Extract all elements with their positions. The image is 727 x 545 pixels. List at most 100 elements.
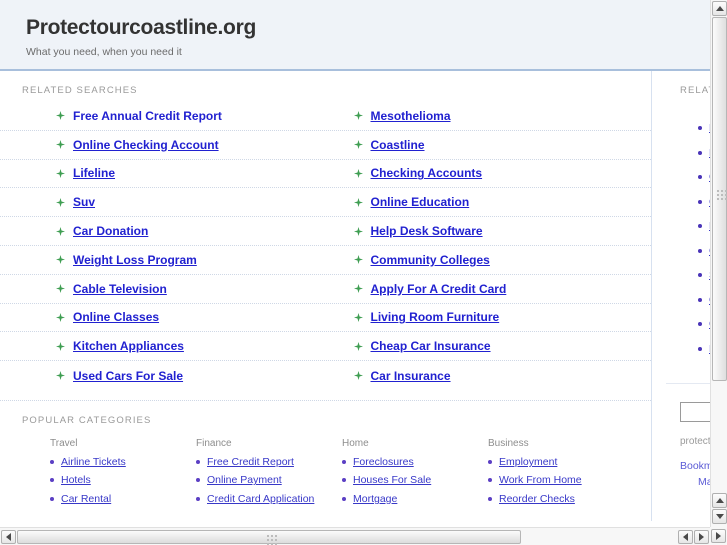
related-search-cell-left: Suv — [0, 195, 326, 209]
related-search-cell-left: Online Classes — [0, 310, 326, 324]
scroll-down-button[interactable] — [712, 509, 727, 524]
popular-category-link[interactable]: Credit Card Application — [207, 493, 314, 505]
dot-bullet-icon — [698, 175, 702, 180]
dot-bullet-icon — [698, 150, 702, 155]
dot-bullet-icon — [698, 322, 702, 327]
dot-bullet-icon — [698, 199, 702, 204]
arrow-bullet-icon — [56, 226, 65, 236]
related-search-link[interactable]: Apply For A Credit Card — [371, 282, 507, 296]
horizontal-scrollbar-thumb[interactable] — [17, 530, 521, 545]
related-search-link[interactable]: Online Checking Account — [73, 138, 219, 152]
scroll-right-button[interactable] — [694, 530, 709, 544]
arrow-bullet-icon — [353, 226, 363, 236]
related-search-cell-left: Online Checking Account — [0, 138, 326, 152]
popular-category-item: Houses For Sale — [342, 474, 488, 486]
popular-category-item: Credit Card Application — [196, 493, 342, 505]
popular-category-link[interactable]: Free Credit Report — [207, 456, 294, 468]
related-search-link[interactable]: Coastline — [371, 138, 425, 152]
popular-category-link[interactable]: Online Payment — [207, 474, 282, 486]
related-search-link[interactable]: Lifeline — [73, 166, 115, 180]
related-search-cell-left: Car Donation — [0, 224, 326, 238]
bookmark-link[interactable]: Bookmark this page — [680, 460, 710, 472]
related-search-cell-right: Help Desk Software — [326, 224, 652, 238]
related-search-link[interactable]: Used Cars For Sale — [73, 369, 183, 383]
popular-category-heading: Home — [342, 437, 369, 449]
related-search-link[interactable]: Car Insurance — [371, 369, 451, 383]
sidebar-domain-text: protectourcoastline.org — [680, 436, 710, 447]
sidebar-search-area — [666, 383, 710, 422]
homepage-link[interactable]: Make this my homepage — [680, 475, 710, 491]
related-search-row: Cable Television Apply For A Credit Card — [0, 275, 651, 304]
related-search-link[interactable]: Kitchen Appliances — [73, 339, 184, 353]
vertical-scrollbar[interactable] — [710, 0, 727, 527]
popular-category-item: Reorder Checks — [488, 493, 634, 505]
related-search-link[interactable]: Online Classes — [73, 310, 159, 324]
resize-grip-button[interactable] — [711, 529, 726, 543]
related-search-cell-right: Community Colleges — [326, 253, 652, 267]
popular-category-link[interactable]: Airline Tickets — [61, 456, 126, 468]
sidebar-label: RELATED SEARCHES — [680, 85, 710, 96]
dot-bullet-icon — [50, 478, 54, 483]
related-search-cell-right: Checking Accounts — [326, 166, 652, 180]
popular-category-column: Finance Free Credit Report Online Payment C… — [196, 438, 342, 512]
related-search-link[interactable]: Suv — [73, 195, 95, 209]
search-input[interactable] — [680, 402, 710, 422]
dot-bullet-icon — [342, 496, 346, 501]
related-search-row: Free Annual Credit Report Mesothelioma — [0, 102, 651, 131]
popular-category-link[interactable]: Houses For Sale — [353, 474, 431, 486]
popular-category-link[interactable]: Reorder Checks — [499, 493, 575, 505]
triangle-up-icon-lower — [715, 498, 724, 503]
related-search-link[interactable]: Online Education — [371, 195, 470, 209]
related-search-link[interactable]: Checking Accounts — [371, 166, 483, 180]
scroll-up-button[interactable] — [712, 1, 727, 16]
related-search-row: Lifeline Checking Accounts — [0, 160, 651, 189]
related-search-link[interactable]: Cable Television — [73, 282, 167, 296]
related-search-link[interactable]: Mesothelioma — [371, 109, 451, 123]
vertical-scrollbar-thumb[interactable] — [712, 17, 727, 381]
popular-category-link[interactable]: Mortgage — [353, 493, 397, 505]
main-content: RELATED SEARCHES Free Annual Credit Repo… — [0, 71, 652, 522]
page-title: Protectourcoastline.org — [26, 16, 256, 39]
sidebar-link-item: Lifeline — [666, 214, 710, 239]
related-search-cell-right: Cheap Car Insurance — [326, 339, 652, 353]
related-search-link[interactable]: Living Room Furniture — [371, 310, 500, 324]
popular-category-column: Travel Airline Tickets Hotels Car Rental — [50, 438, 196, 512]
related-search-cell-right: Living Room Furniture — [326, 310, 652, 324]
related-search-row: Kitchen Appliances Cheap Car Insurance — [0, 332, 652, 362]
related-search-row: Used Cars For Sale Car Insurance — [0, 361, 651, 390]
related-search-cell-right: Car Insurance — [326, 369, 652, 383]
related-search-link[interactable]: Community Colleges — [371, 253, 490, 267]
triangle-left-icon — [6, 533, 11, 541]
arrow-bullet-icon — [56, 111, 65, 121]
related-search-link[interactable]: Car Donation — [73, 224, 148, 238]
popular-category-link[interactable]: Employment — [499, 456, 557, 468]
popular-categories-label: POPULAR CATEGORIES — [22, 414, 152, 426]
related-search-cell-left: Kitchen Appliances — [0, 339, 326, 353]
arrow-bullet-icon — [353, 341, 363, 351]
scroll-down-arrow-upper[interactable] — [712, 493, 727, 508]
popular-category-link[interactable]: Work From Home — [499, 474, 582, 486]
related-search-link[interactable]: Cheap Car Insurance — [371, 339, 491, 353]
dot-bullet-icon — [196, 496, 200, 501]
dot-bullet-icon — [698, 224, 702, 229]
scroll-left-button[interactable] — [1, 530, 16, 544]
related-search-link[interactable]: Free Annual Credit Report — [73, 109, 222, 123]
popular-category-heading: Business — [488, 437, 529, 449]
dot-bullet-icon — [342, 478, 346, 483]
triangle-up-icon — [715, 6, 724, 11]
arrow-bullet-icon — [353, 371, 363, 381]
dot-bullet-icon — [342, 459, 346, 464]
related-search-link[interactable]: Weight Loss Program — [73, 253, 197, 267]
related-search-row: Online Classes Living Room Furniture — [0, 304, 651, 333]
related-searches-grid: Free Annual Credit Report Mesothelioma Onl… — [0, 102, 651, 390]
popular-category-link[interactable]: Foreclosures — [353, 456, 414, 468]
popular-categories-section: POPULAR CATEGORIES Travel Airline Tickets… — [0, 399, 651, 522]
related-search-link[interactable]: Help Desk Software — [371, 224, 483, 238]
scroll-right-arrow-left[interactable] — [678, 530, 693, 544]
popular-category-link[interactable]: Car Rental — [61, 493, 111, 505]
scrollbar-corner — [710, 527, 727, 545]
arrow-bullet-icon — [353, 284, 363, 294]
dot-bullet-icon — [698, 297, 702, 302]
horizontal-scrollbar[interactable] — [0, 527, 710, 545]
popular-category-link[interactable]: Hotels — [61, 474, 91, 486]
